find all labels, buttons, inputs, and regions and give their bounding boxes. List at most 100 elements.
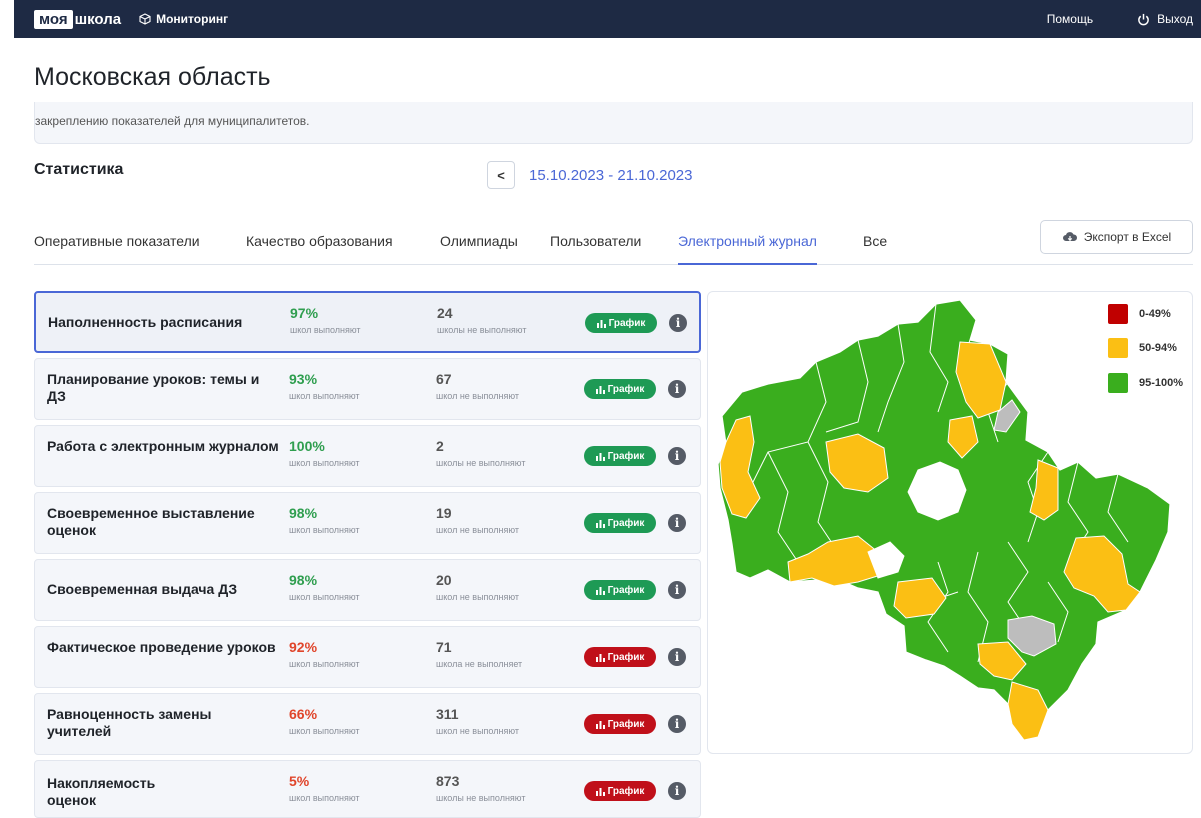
metric-percent: 5%: [289, 773, 310, 789]
metric-percent-label: школ выполняют: [289, 458, 360, 468]
moscow-region-map[interactable]: [708, 292, 1194, 755]
metric-count: 2: [436, 438, 444, 454]
legend-label: 95-100%: [1139, 377, 1184, 389]
date-navigator: < 15.10.2023 - 21.10.2023: [487, 161, 692, 189]
graph-label: График: [607, 517, 645, 529]
exit-button[interactable]: Выход: [1137, 12, 1193, 26]
metric-percent: 97%: [290, 305, 319, 321]
metric-name: Своевременная выдача ДЗ: [47, 581, 238, 597]
tab-users[interactable]: Пользователи: [550, 233, 641, 265]
bar-chart-icon: [595, 519, 605, 528]
metric-count-label: школы не выполняют: [437, 325, 527, 335]
metric-row[interactable]: Своевременная выдача ДЗ 98% школ выполня…: [34, 559, 701, 621]
metric-count: 19: [436, 505, 452, 521]
metric-row[interactable]: Накопляемость оценок 5% школ выполняют 8…: [34, 760, 701, 818]
info-icon[interactable]: i: [668, 380, 686, 398]
metric-percent-label: школ выполняют: [289, 525, 360, 535]
legend-swatch: [1108, 338, 1128, 358]
bar-chart-icon: [596, 319, 606, 328]
info-icon[interactable]: i: [668, 782, 686, 800]
metric-row[interactable]: Равноценность замены учителей 66% школ в…: [34, 693, 701, 755]
page-title: Московская область: [34, 63, 271, 91]
metric-percent-label: школ выполняют: [290, 325, 361, 335]
graph-button[interactable]: График: [584, 647, 656, 667]
legend-swatch: [1108, 373, 1128, 393]
metric-percent-label: школ выполняют: [289, 726, 360, 736]
bar-chart-icon: [595, 787, 605, 796]
tab-electronic-journal[interactable]: Электронный журнал: [678, 233, 817, 265]
date-range[interactable]: 15.10.2023 - 21.10.2023: [529, 167, 692, 184]
power-icon: [1138, 13, 1149, 25]
graph-button[interactable]: График: [584, 513, 656, 533]
metric-percent: 92%: [289, 639, 318, 655]
info-icon[interactable]: i: [668, 715, 686, 733]
info-icon[interactable]: i: [669, 314, 687, 332]
metric-count-label: школы не выполняют: [436, 793, 526, 803]
monitoring-label: Мониторинг: [156, 12, 229, 26]
metric-name: Работа с электронным журналом: [47, 438, 279, 454]
info-box: закреплению показателей для муниципалите…: [34, 102, 1193, 144]
tab-education-quality[interactable]: Качество образования: [246, 233, 393, 265]
metric-name: Равноценность замены учителей: [47, 706, 212, 739]
help-link[interactable]: Помощь: [1047, 12, 1093, 26]
metric-percent-label: школ выполняют: [289, 659, 360, 669]
metric-percent-label: школ выполняют: [289, 592, 360, 602]
metric-name: Накопляемость оценок: [47, 775, 156, 808]
metric-count-label: школ не выполняют: [436, 391, 519, 401]
graph-button[interactable]: График: [584, 379, 656, 399]
metric-row[interactable]: Планирование уроков: темы и ДЗ 93% школ …: [34, 358, 701, 420]
graph-button[interactable]: График: [585, 313, 657, 333]
graph-button[interactable]: График: [584, 781, 656, 801]
metric-row[interactable]: Наполненность расписания 97% школ выполн…: [34, 291, 701, 353]
monitoring-link[interactable]: Мониторинг: [139, 12, 228, 26]
bar-chart-icon: [595, 586, 605, 595]
graph-label: График: [607, 584, 645, 596]
logo[interactable]: моя школа: [34, 9, 122, 29]
metric-row[interactable]: Своевременное выставление оценок 98% шко…: [34, 492, 701, 554]
region-map-panel: 0-49% 50-94% 95-100%: [707, 291, 1193, 754]
tab-operative[interactable]: Оперативные показатели: [34, 233, 200, 265]
metric-count: 67: [436, 371, 452, 387]
graph-label: График: [607, 651, 645, 663]
legend-item-mid: 50-94%: [1108, 338, 1177, 358]
graph-button[interactable]: График: [584, 446, 656, 466]
logo-part1: моя: [34, 9, 73, 29]
metric-count: 311: [436, 706, 459, 722]
export-label: Экспорт в Excel: [1083, 230, 1172, 244]
prev-week-button[interactable]: <: [487, 161, 515, 189]
metric-count-label: школа не выполняет: [436, 659, 523, 669]
metric-count-label: школ не выполняют: [436, 726, 519, 736]
region-outline: [717, 299, 1171, 741]
export-excel-button[interactable]: Экспорт в Excel: [1040, 220, 1193, 254]
bar-chart-icon: [595, 452, 605, 461]
graph-label: График: [607, 450, 645, 462]
metric-name: Фактическое проведение уроков: [47, 639, 276, 655]
info-icon[interactable]: i: [668, 447, 686, 465]
metric-name: Своевременное выставление оценок: [47, 505, 255, 538]
metric-row[interactable]: Работа с электронным журналом 100% школ …: [34, 425, 701, 487]
bar-chart-icon: [595, 720, 605, 729]
metric-row[interactable]: Фактическое проведение уроков 92% школ в…: [34, 626, 701, 688]
tab-all[interactable]: Все: [863, 233, 887, 265]
graph-button[interactable]: График: [584, 714, 656, 734]
info-text: закреплению показателей для муниципалите…: [35, 114, 310, 128]
metric-count: 873: [436, 773, 460, 789]
legend-label: 50-94%: [1139, 342, 1177, 354]
bar-chart-icon: [595, 385, 605, 394]
graph-button[interactable]: График: [584, 580, 656, 600]
metric-count-label: школы не выполняют: [436, 458, 526, 468]
tab-olympiads[interactable]: Олимпиады: [440, 233, 518, 265]
graph-label: График: [607, 718, 645, 730]
metric-percent: 100%: [289, 438, 325, 454]
logo-part2: школа: [74, 10, 122, 28]
info-icon[interactable]: i: [668, 648, 686, 666]
info-icon[interactable]: i: [668, 581, 686, 599]
statistics-heading: Статистика: [34, 161, 124, 178]
bar-chart-icon: [595, 653, 605, 662]
metric-count-label: школ не выполняют: [436, 525, 519, 535]
metric-percent: 98%: [289, 505, 318, 521]
metric-name: Планирование уроков: темы и ДЗ: [47, 371, 260, 404]
info-icon[interactable]: i: [668, 514, 686, 532]
top-bar: моя школа Мониторинг Помощь Выход: [14, 0, 1201, 38]
exit-label: Выход: [1157, 12, 1193, 26]
